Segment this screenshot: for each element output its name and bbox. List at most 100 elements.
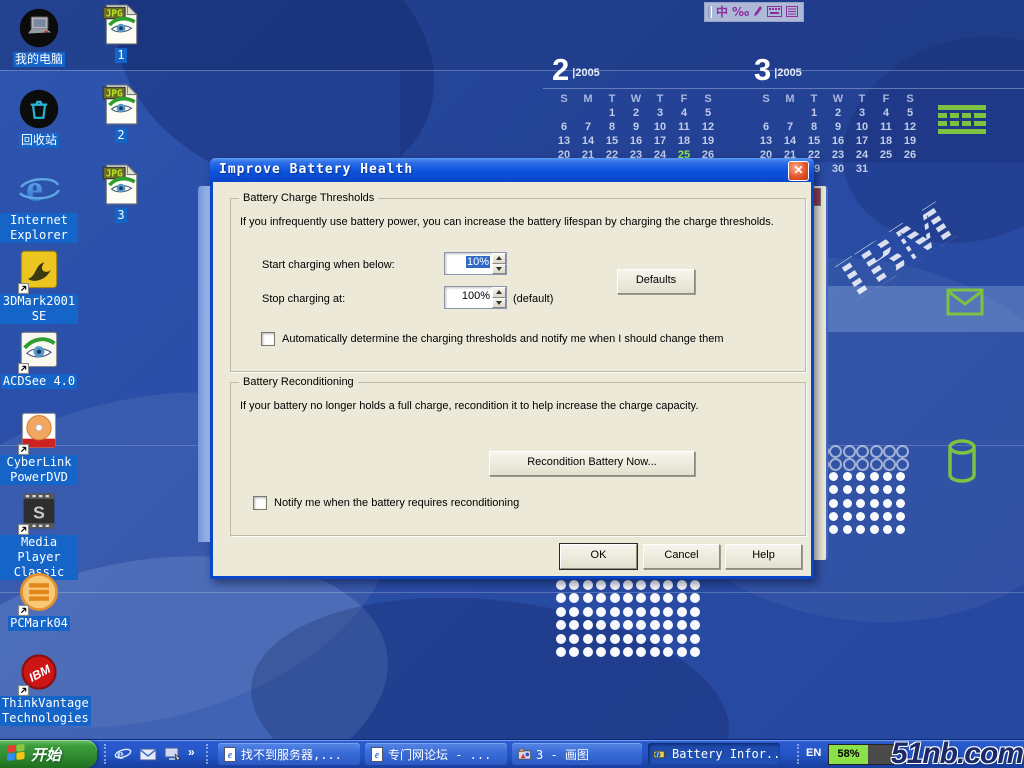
quick-launch-mail-icon[interactable] bbox=[139, 745, 157, 763]
desktop-icon-powerdvd[interactable]: CyberLink PowerDVD bbox=[0, 409, 78, 486]
taskbar-task-1[interactable]: e找不到服务器,... bbox=[218, 743, 360, 765]
help-button[interactable]: Help bbox=[725, 544, 802, 569]
dialog-titlebar[interactable]: Improve Battery Health ✕ bbox=[210, 158, 814, 182]
wallpaper-dot bbox=[650, 647, 660, 657]
ok-button[interactable]: OK bbox=[560, 544, 637, 569]
task-label: 3 - 画图 bbox=[536, 746, 589, 763]
jpg-file-icon: JPG bbox=[99, 162, 143, 206]
start-charging-value[interactable]: 10% bbox=[466, 256, 490, 268]
wallpaper-dot bbox=[569, 580, 579, 590]
wallpaper-dot bbox=[610, 634, 620, 644]
calendar-day: 15 bbox=[802, 134, 826, 148]
wallpaper-dot bbox=[677, 634, 687, 644]
calendar-day bbox=[778, 106, 802, 120]
wallpaper-dot bbox=[829, 499, 838, 508]
desktop-icon-thinkvantage[interactable]: IBMThinkVantage Technologies bbox=[0, 650, 78, 727]
language-bar[interactable]: 中 ‰ bbox=[704, 2, 804, 22]
background-window-left-edge bbox=[198, 186, 210, 542]
media-player-classic-icon: S bbox=[17, 489, 61, 533]
cancel-button[interactable]: Cancel bbox=[643, 544, 720, 569]
desktop-icon-pcmark04[interactable]: PCMark04 bbox=[0, 570, 78, 632]
calendar-day: 6 bbox=[552, 120, 576, 134]
wallpaper-dot bbox=[663, 620, 673, 630]
auto-determine-checkbox[interactable] bbox=[261, 332, 275, 346]
calendar-weekday-header: S bbox=[898, 92, 922, 106]
tray-separator bbox=[797, 744, 799, 764]
calendar-day: 17 bbox=[850, 134, 874, 148]
start-button[interactable]: 开始 bbox=[0, 740, 97, 768]
ime-pen-icon[interactable] bbox=[753, 4, 763, 20]
taskbar-task-4[interactable]: !Battery Infor... bbox=[648, 743, 780, 765]
taskbar-task-3[interactable]: 3 - 画图 bbox=[512, 743, 642, 765]
calendar-day: 1 bbox=[802, 106, 826, 120]
quick-launch-overflow-chevron[interactable]: » bbox=[188, 745, 195, 759]
dialog-title: Improve Battery Health bbox=[219, 162, 413, 177]
spin-up-button[interactable] bbox=[492, 253, 506, 264]
start-charging-spinner[interactable]: 10% bbox=[444, 252, 507, 275]
calendar-weekday-header: W bbox=[826, 92, 850, 106]
language-indicator[interactable]: EN bbox=[806, 747, 821, 759]
spin-down-button[interactable] bbox=[492, 264, 506, 275]
stop-charging-value[interactable]: 100% bbox=[462, 290, 490, 302]
desktop-icon-internet-explorer[interactable]: eInternet Explorer bbox=[0, 167, 78, 244]
chinese-ime-icon[interactable]: 中 bbox=[716, 4, 728, 20]
wallpaper-dot bbox=[623, 647, 633, 657]
wallpaper-dot bbox=[569, 593, 579, 603]
stop-charging-spinner[interactable]: 100% bbox=[444, 286, 507, 309]
taskbar-task-2[interactable]: e专门网论坛 - ... bbox=[365, 743, 507, 765]
calendar-weekday-header: S bbox=[754, 92, 778, 106]
desktop-icon-recycle-bin[interactable]: 回收站 bbox=[0, 87, 78, 149]
desktop-icon-acdsee[interactable]: ACDSee 4.0 bbox=[0, 328, 78, 390]
windows-logo-icon bbox=[6, 743, 26, 766]
wallpaper-dot bbox=[610, 620, 620, 630]
desktop-file-jpg-file-1[interactable]: JPG1 bbox=[82, 2, 160, 64]
desktop-icon-media-player-classic[interactable]: SMedia Player Classic bbox=[0, 489, 78, 581]
calendar-day: 18 bbox=[874, 134, 898, 148]
battery-meter[interactable]: 58% bbox=[828, 744, 894, 765]
wallpaper-dot bbox=[883, 472, 892, 481]
wallpaper-dot bbox=[870, 445, 883, 458]
close-button[interactable]: ✕ bbox=[788, 161, 809, 181]
taskbar-separator[interactable] bbox=[104, 744, 106, 764]
wallpaper-dot bbox=[663, 634, 673, 644]
ie-page-icon: e bbox=[370, 747, 384, 762]
battery-reconditioning-group: Battery Reconditioning If your battery n… bbox=[230, 382, 806, 536]
desktop-file-jpg-file-2[interactable]: JPG2 bbox=[82, 82, 160, 144]
langbar-grip[interactable] bbox=[708, 6, 712, 18]
desktop-icon-3dmark2001[interactable]: 3DMark2001 SE bbox=[0, 248, 78, 325]
icon-label: PCMark04 bbox=[8, 616, 70, 631]
wallpaper-dot bbox=[690, 580, 700, 590]
wallpaper-dot bbox=[690, 634, 700, 644]
defaults-button[interactable]: Defaults bbox=[617, 269, 695, 294]
quick-launch-show-desktop-icon[interactable] bbox=[163, 745, 181, 763]
stop-charging-label: Stop charging at: bbox=[262, 293, 345, 305]
calendar-day: 3 bbox=[850, 106, 874, 120]
calendar-weekday-header: M bbox=[576, 92, 600, 106]
calendar-weekday-header: W bbox=[624, 92, 648, 106]
start-label: 开始 bbox=[31, 744, 61, 765]
quick-launch-ie-icon[interactable]: e bbox=[114, 745, 132, 763]
wallpaper-dot bbox=[690, 620, 700, 630]
notify-reconditioning-label: Notify me when the battery requires reco… bbox=[274, 497, 519, 509]
calendar-day: 1 bbox=[600, 106, 624, 120]
wallpaper-dot bbox=[690, 607, 700, 617]
calendar-day: 5 bbox=[898, 106, 922, 120]
desktop-icon-my-computer[interactable]: 我的电脑 bbox=[0, 6, 78, 68]
wallpaper-dot bbox=[650, 580, 660, 590]
svg-text:e: e bbox=[375, 750, 380, 761]
desktop-file-jpg-file-3[interactable]: JPG3 bbox=[82, 162, 160, 224]
recondition-battery-button[interactable]: Recondition Battery Now... bbox=[489, 451, 695, 476]
group2-description: If your battery no longer holds a full c… bbox=[240, 400, 796, 412]
wallpaper-dot bbox=[636, 634, 646, 644]
soft-keyboard-icon[interactable] bbox=[767, 4, 782, 20]
ime-menu-icon[interactable] bbox=[786, 4, 798, 20]
spin-down-button[interactable] bbox=[492, 298, 506, 309]
notify-reconditioning-checkbox[interactable] bbox=[253, 496, 267, 510]
wallpaper-dot bbox=[623, 634, 633, 644]
taskbar-separator[interactable] bbox=[206, 744, 208, 764]
wallpaper-dot bbox=[690, 647, 700, 657]
ime-punctuation-icon[interactable]: ‰ bbox=[732, 4, 749, 20]
calendar-day: 31 bbox=[850, 162, 874, 176]
battery-charge-thresholds-group: Battery Charge Thresholds If you infrequ… bbox=[230, 198, 806, 372]
spin-up-button[interactable] bbox=[492, 287, 506, 298]
